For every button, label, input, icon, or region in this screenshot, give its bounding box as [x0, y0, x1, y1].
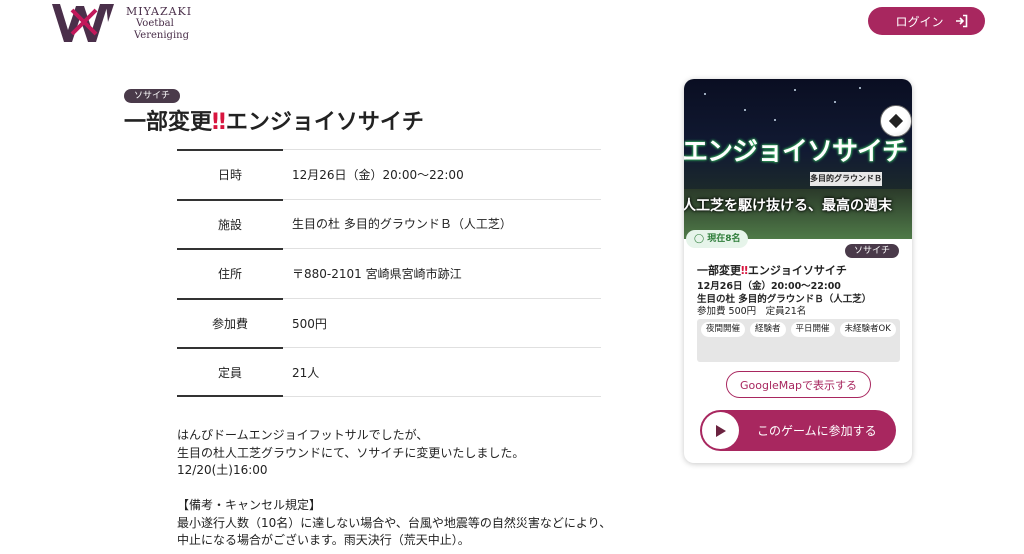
star-decoration [744, 109, 746, 111]
description-line: 12/20(土)16:00 [177, 463, 268, 477]
description-line: はんぴドームエンジョイフットサルでしたが、 [177, 428, 429, 442]
card-fee-capacity: 参加費 500円 定員21名 [697, 306, 807, 317]
alert-icon: ‼ [212, 110, 226, 135]
alert-icon: ‼ [741, 264, 748, 277]
logo-text: MIYAZAKI Voetbal Vereniging [126, 6, 192, 42]
detail-value: 500円 [283, 297, 601, 348]
card-datetime: 12月26日（金）20:00〜22:00 [697, 281, 841, 292]
detail-label: 日時 [177, 149, 283, 199]
card-title-suffix: エンジョイソサイチ [747, 264, 847, 277]
title-suffix: エンジョイソサイチ [225, 110, 424, 135]
star-decoration [704, 93, 706, 95]
page-title: 一部変更‼エンジョイソサイチ [124, 104, 424, 136]
join-game-button[interactable]: このゲームに参加する [700, 410, 896, 451]
participant-count-badge: ◯ 現在8名 [686, 230, 749, 248]
detail-row-capacity: 定員 21人 [177, 347, 601, 397]
detail-label: 施設 [177, 198, 283, 249]
play-icon [702, 412, 739, 449]
game-card: エンジョイソサイチ 多目的グラウンドＢ 人工芝を駆け抜ける、最高の週末 ◯ 現在… [684, 79, 912, 463]
detail-label: 参加費 [177, 297, 283, 348]
tag-chip: 未経験者OK [839, 322, 896, 337]
card-category-badge: ソサイチ [845, 244, 900, 258]
detail-value: 12月26日（金）20:00〜22:00 [283, 149, 601, 199]
login-icon [955, 14, 967, 28]
event-banner-image: エンジョイソサイチ 多目的グラウンドＢ 人工芝を駆け抜ける、最高の週末 [684, 79, 912, 239]
event-description: はんぴドームエンジョイフットサルでしたが、 生目の杜人工芝グラウンドにて、ソサイ… [177, 427, 617, 550]
card-title: 一部変更‼エンジョイソサイチ [697, 262, 847, 278]
category-badge: ソサイチ [124, 89, 181, 103]
logo-line-2: Voetbal [136, 18, 174, 29]
description-line: 中止になる場合がございます。雨天決行（荒天中止）。 [177, 533, 470, 547]
description-line: 最小遂行人数（10名）に達しない場合や、台風や地震等の自然災害などにより、 [177, 515, 612, 530]
tag-chip: 経験者 [750, 322, 786, 337]
banner-sign: 多目的グラウンドＢ [810, 172, 882, 186]
banner-title: エンジョイソサイチ [684, 137, 908, 167]
detail-row-venue: 施設 生目の杜 多目的グラウンドＢ（人工芝） [177, 198, 601, 249]
logo-line-3: Vereniging [134, 30, 189, 41]
detail-row-fee: 参加費 500円 [177, 297, 601, 348]
card-title-prefix: 一部変更 [697, 264, 741, 277]
detail-row-datetime: 日時 12月26日（金）20:00〜22:00 [177, 149, 601, 199]
login-label: ログイン [895, 14, 944, 29]
description-line: 生目の杜人工芝グラウンドにて、ソサイチに変更いたしました。 [177, 445, 525, 460]
tag-chip: 平日開催 [790, 322, 835, 337]
site-logo[interactable]: MIYAZAKI Voetbal Vereniging [50, 0, 192, 46]
star-decoration [794, 89, 796, 91]
logo-line-1: MIYAZAKI [126, 5, 193, 18]
detail-value: 生目の杜 多目的グラウンドＢ（人工芝） [283, 198, 601, 249]
detail-value: 〒880-2101 宮崎県宮崎市跡江 [283, 248, 601, 298]
title-prefix: 一部変更 [124, 110, 213, 135]
logo-mark-icon [52, 4, 114, 42]
detail-row-address: 住所 〒880-2101 宮崎県宮崎市跡江 [177, 248, 601, 298]
google-map-button[interactable]: GoogleMapで表示する [726, 371, 871, 398]
detail-label: 住所 [177, 248, 283, 298]
login-button[interactable]: ログイン [868, 7, 985, 35]
event-details-table: 日時 12月26日（金）20:00〜22:00 施設 生目の杜 多目的グラウンド… [177, 149, 601, 397]
banner-subtitle: 人工芝を駆け抜ける、最高の週末 [684, 198, 892, 214]
detail-value: 21人 [283, 347, 601, 397]
star-decoration [774, 119, 776, 121]
tag-chip: 夜間開催 [701, 322, 746, 337]
tag-list: 夜間開催 経験者 平日開催 未経験者OK [697, 319, 900, 362]
star-decoration [834, 101, 836, 103]
detail-label: 定員 [177, 347, 283, 397]
star-decoration [859, 87, 861, 89]
join-label: このゲームに参加する [757, 424, 877, 438]
description-line: 【備考・キャンセル規定】 [177, 498, 322, 512]
